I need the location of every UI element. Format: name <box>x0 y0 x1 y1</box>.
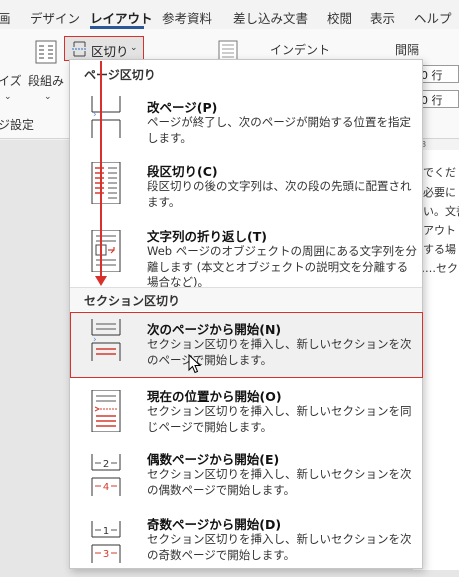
even-page-icon: 2 4 <box>91 454 121 496</box>
chevron-down-icon[interactable]: ⌄ <box>4 92 12 102</box>
size-button-label[interactable]: イズ <box>0 72 22 89</box>
next-page-icon <box>91 319 121 361</box>
page-breaks-header: ページ区切り <box>70 62 422 86</box>
item-title: 偶数ページから開始(E) <box>147 452 280 467</box>
text-wrapping-item[interactable]: 文字列の折り返し(T) Web ページのオブジェクトの周囲にある文字列を分離しま… <box>70 220 422 289</box>
document-text-line: い。文書 <box>423 205 459 218</box>
ribbon-tab-bar: 画 デザイン レイアウト 参考資料 差し込み文書 校閲 表示 ヘルプ <box>0 0 459 29</box>
tab-review[interactable]: 校閲 <box>327 8 352 27</box>
breaks-dropdown-menu: ページ区切り › 改ページ(P) ページが終了し、次のページが開始する位置を指定… <box>69 59 423 569</box>
item-title: 次のページから開始(N) <box>147 322 282 337</box>
breaks-button[interactable]: 区切り ⌄ <box>64 36 144 61</box>
item-title: 奇数ページから開始(D) <box>147 517 282 532</box>
item-description: セクション区切りを挿入し、新しいセクションを次の奇数ページで開始します。 <box>147 532 412 562</box>
page-break-item[interactable]: › 改ページ(P) ページが終了し、次のページが開始する位置を指定します。 <box>70 86 422 145</box>
chevron-down-icon: ⌄ <box>130 43 138 53</box>
item-description: Web ページのオブジェクトの周囲にある文字列を分離します (本文とオブジェクト… <box>147 244 417 289</box>
tab-mailings[interactable]: 差し込み文書 <box>233 8 308 27</box>
document-text-line: アウト <box>423 224 456 237</box>
page-setup-group-label: ジ設定 <box>0 118 35 132</box>
tab-references[interactable]: 参考資料 <box>162 8 212 27</box>
tab-help[interactable]: ヘルプ <box>414 8 452 27</box>
svg-text:2: 2 <box>103 459 109 470</box>
arrow-down-icon <box>95 276 107 286</box>
breaks-button-label: 区切り <box>91 44 129 59</box>
next-page-section-break-item[interactable]: › 次のページから開始(N) セクション区切りを挿入し、新しいセクションを次のペ… <box>70 313 422 377</box>
columns-icon[interactable] <box>35 40 57 64</box>
continuous-icon <box>91 390 121 432</box>
tab-view[interactable]: 表示 <box>370 8 395 27</box>
odd-page-section-break-item[interactable]: 1 3 奇数ページから開始(D) セクション区切りを挿入し、新しいセクションを次… <box>70 511 422 569</box>
item-title: 文字列の折り返し(T) <box>147 229 267 244</box>
item-description: セクション区切りを挿入し、新しいセクションを次の偶数ページで開始します。 <box>147 467 412 497</box>
item-title: 現在の位置から開始(O) <box>147 389 282 404</box>
columns-button-label[interactable]: 段組み <box>28 72 64 89</box>
tab-draw[interactable]: 画 <box>0 8 11 27</box>
item-title: 段区切り(C) <box>147 164 218 179</box>
annotation-arrow-line <box>100 61 102 279</box>
item-description: ページが終了し、次のページが開始する位置を指定します。 <box>147 115 412 145</box>
indent-label: インデント <box>270 43 331 57</box>
chevron-down-icon[interactable]: ⌄ <box>44 92 52 102</box>
odd-page-icon: 1 3 <box>91 521 121 563</box>
document-text-line: 必要に <box>423 186 456 199</box>
document-text-line: する場 <box>423 243 456 256</box>
document-text-line: でくだ <box>423 166 456 179</box>
item-description: 段区切りの後の文字列は、次の段の先頭に配置されます。 <box>147 179 412 209</box>
continuous-section-break-item[interactable]: 現在の位置から開始(O) セクション区切りを挿入し、新しいセクションを同じページ… <box>70 380 422 440</box>
svg-text:1: 1 <box>103 526 109 537</box>
tab-layout[interactable]: レイアウト <box>90 8 153 27</box>
item-description: セクション区切りを挿入し、新しいセクションを同じページで開始します。 <box>147 404 412 434</box>
mouse-pointer-icon <box>188 354 202 374</box>
svg-text:3: 3 <box>103 549 109 560</box>
column-break-icon <box>91 162 121 204</box>
column-break-item[interactable]: 段区切り(C) 段区切りの後の文字列は、次の段の先頭に配置されます。 <box>70 152 422 214</box>
item-title: 改ページ(P) <box>147 100 218 115</box>
section-breaks-header: セクション区切り <box>70 287 422 311</box>
even-page-section-break-item[interactable]: 2 4 偶数ページから開始(E) セクション区切りを挿入し、新しいセクションを次… <box>70 444 422 506</box>
page-break-icon <box>91 96 121 138</box>
svg-text:4: 4 <box>103 482 109 493</box>
spacing-label: 間隔 <box>395 43 420 57</box>
breaks-icon <box>72 41 87 57</box>
text-wrapping-icon <box>91 230 121 272</box>
tab-design[interactable]: デザイン <box>30 8 80 27</box>
